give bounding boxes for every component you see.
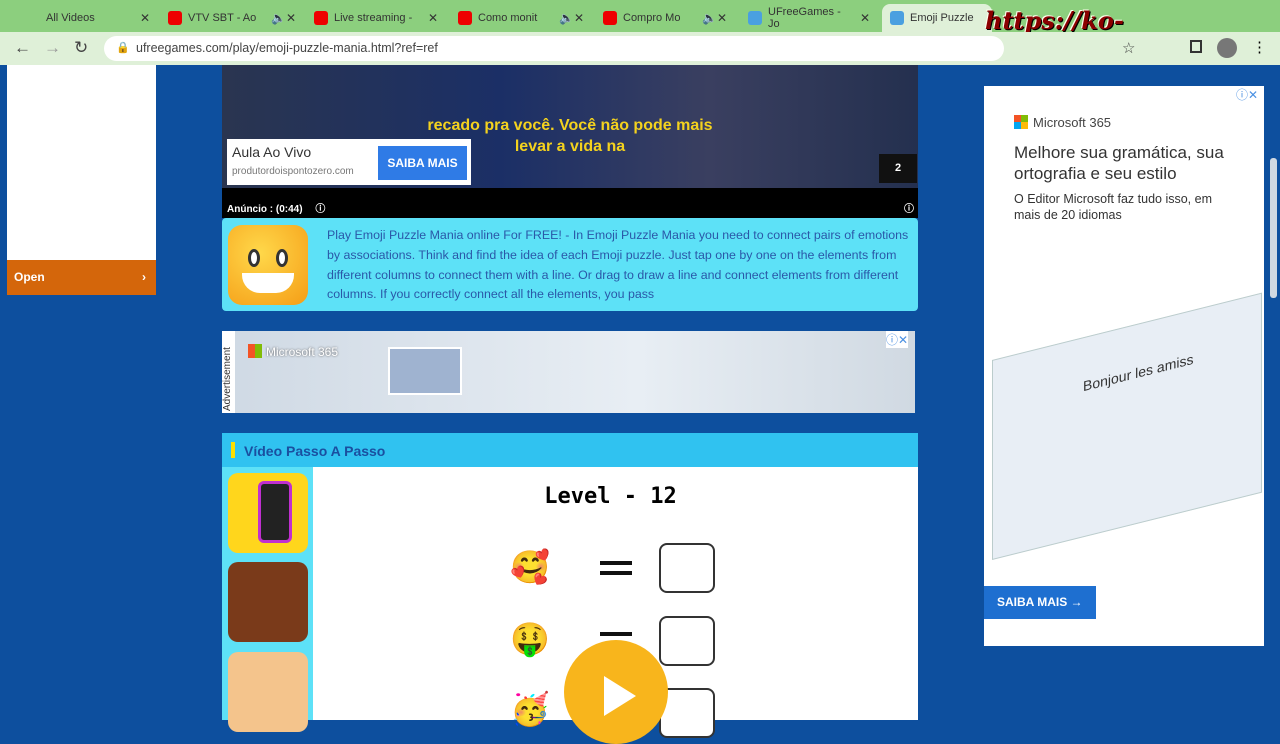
equals-sign xyxy=(600,561,632,565)
tab[interactable]: UFreeGames - Jo ✕ xyxy=(740,4,878,32)
ad-brand: Microsoft 365 xyxy=(1033,115,1112,130)
ad-timer: Anúncio : (0:44) xyxy=(227,204,303,215)
tab-title: All Videos xyxy=(46,12,95,24)
tab[interactable]: VTV SBT - Ao 🔈✕ xyxy=(160,4,304,32)
equals-sign xyxy=(600,632,632,636)
microsoft-logo-icon xyxy=(1014,115,1028,129)
reload-icon[interactable]: ↻ xyxy=(74,38,88,58)
game-thumbnail[interactable] xyxy=(228,652,308,732)
tab[interactable]: Como monit 🔈✕ xyxy=(450,4,592,32)
tab-title: VTV SBT - Ao xyxy=(188,12,257,24)
ad-body: O Editor Microsoft faz tudo isso, em mai… xyxy=(1014,192,1212,222)
level-label: Level - 12 xyxy=(544,484,677,509)
equals-sign xyxy=(600,571,632,575)
game-thumbnail[interactable] xyxy=(228,562,308,642)
banner-brand: Microsoft 365 xyxy=(266,345,339,359)
tab-title: Compro Mo xyxy=(623,12,681,24)
ad-image-text: Bonjour les amiss xyxy=(1083,350,1194,395)
open-button[interactable]: Open › xyxy=(7,260,156,295)
ad-label: Advertisement xyxy=(222,331,235,413)
back-icon[interactable]: ← xyxy=(14,38,31,58)
scrollbar-thumb[interactable] xyxy=(1270,158,1277,298)
tab[interactable]: Compro Mo 🔈✕ xyxy=(595,4,735,32)
chevron-right-icon: › xyxy=(142,270,146,284)
section-accent xyxy=(231,442,235,458)
youtube-icon xyxy=(168,11,182,25)
tab-title: UFreeGames - Jo xyxy=(768,6,841,30)
description-text: Play Emoji Puzzle Mania online For FREE!… xyxy=(327,228,909,302)
close-icon[interactable]: 🔈✕ xyxy=(702,11,727,25)
close-icon[interactable]: ✕ xyxy=(140,11,150,25)
help-icon[interactable]: ⓘ xyxy=(904,200,914,215)
star-icon[interactable]: ☆ xyxy=(1122,39,1135,57)
forward-icon[interactable]: → xyxy=(44,38,61,58)
youtube-icon xyxy=(314,11,328,25)
ad-label-text: Advertisement xyxy=(222,347,233,411)
menu-icon[interactable]: ⋮ xyxy=(1252,38,1267,56)
banner-image xyxy=(388,347,462,395)
ad-headline: Melhore sua gramática, sua ortografia e … xyxy=(1014,143,1224,183)
banner-ad[interactable] xyxy=(222,331,915,413)
help-icon[interactable]: ⓘ xyxy=(315,204,325,215)
emoji[interactable]: 🥳 xyxy=(510,690,550,728)
ufreegames-icon xyxy=(748,11,762,25)
close-icon[interactable]: ✕ xyxy=(860,11,870,25)
tab[interactable]: All Videos ✕ xyxy=(18,4,158,32)
youtube-icon xyxy=(603,11,617,25)
emoji[interactable]: 🥰 xyxy=(510,548,550,586)
play-icon xyxy=(604,676,636,716)
play-button[interactable] xyxy=(564,640,668,744)
sidepanel-icon[interactable] xyxy=(1190,40,1202,53)
tab-favicon-icon xyxy=(26,11,40,25)
close-icon[interactable]: 🔈✕ xyxy=(271,11,296,25)
lock-icon: 🔒 xyxy=(116,42,130,54)
tab-title: Live streaming - xyxy=(334,12,413,24)
address-bar[interactable]: ufreegames.com/play/emoji-puzzle-mania.h… xyxy=(104,36,1004,61)
answer-box[interactable] xyxy=(659,616,715,666)
avatar[interactable] xyxy=(1217,38,1237,58)
tab[interactable]: Live streaming - ✕ xyxy=(306,4,446,32)
ufreegames-icon xyxy=(890,11,904,25)
answer-box[interactable] xyxy=(659,543,715,593)
section-title: Vídeo Passo A Passo xyxy=(222,433,918,467)
close-ad-icon[interactable]: ⓘ✕ xyxy=(1236,86,1258,103)
microsoft-logo-icon xyxy=(248,344,262,358)
youtube-icon xyxy=(458,11,472,25)
open-label: Open xyxy=(14,270,45,284)
saiba-mais-button[interactable]: SAIBA MAIS xyxy=(378,146,467,180)
close-ad-icon[interactable]: ⓘ✕ xyxy=(886,331,909,348)
tab-title: Emoji Puzzle xyxy=(910,12,974,24)
emoji[interactable]: 🤑 xyxy=(510,620,550,658)
game-thumbnail[interactable] xyxy=(228,473,308,553)
tab-title: Como monit xyxy=(478,12,538,24)
ad-timer-bar: Anúncio : (0:44) ⓘ ⓘ xyxy=(222,188,918,218)
saiba-mais-button[interactable]: SAIBA MAIS → xyxy=(984,586,1096,619)
close-icon[interactable]: ✕ xyxy=(428,11,438,25)
game-icon xyxy=(228,225,308,305)
close-icon[interactable]: 🔈✕ xyxy=(559,11,584,25)
tab-active[interactable]: Emoji Puzzle xyxy=(882,4,992,32)
ad-counter: 2 xyxy=(879,154,917,183)
